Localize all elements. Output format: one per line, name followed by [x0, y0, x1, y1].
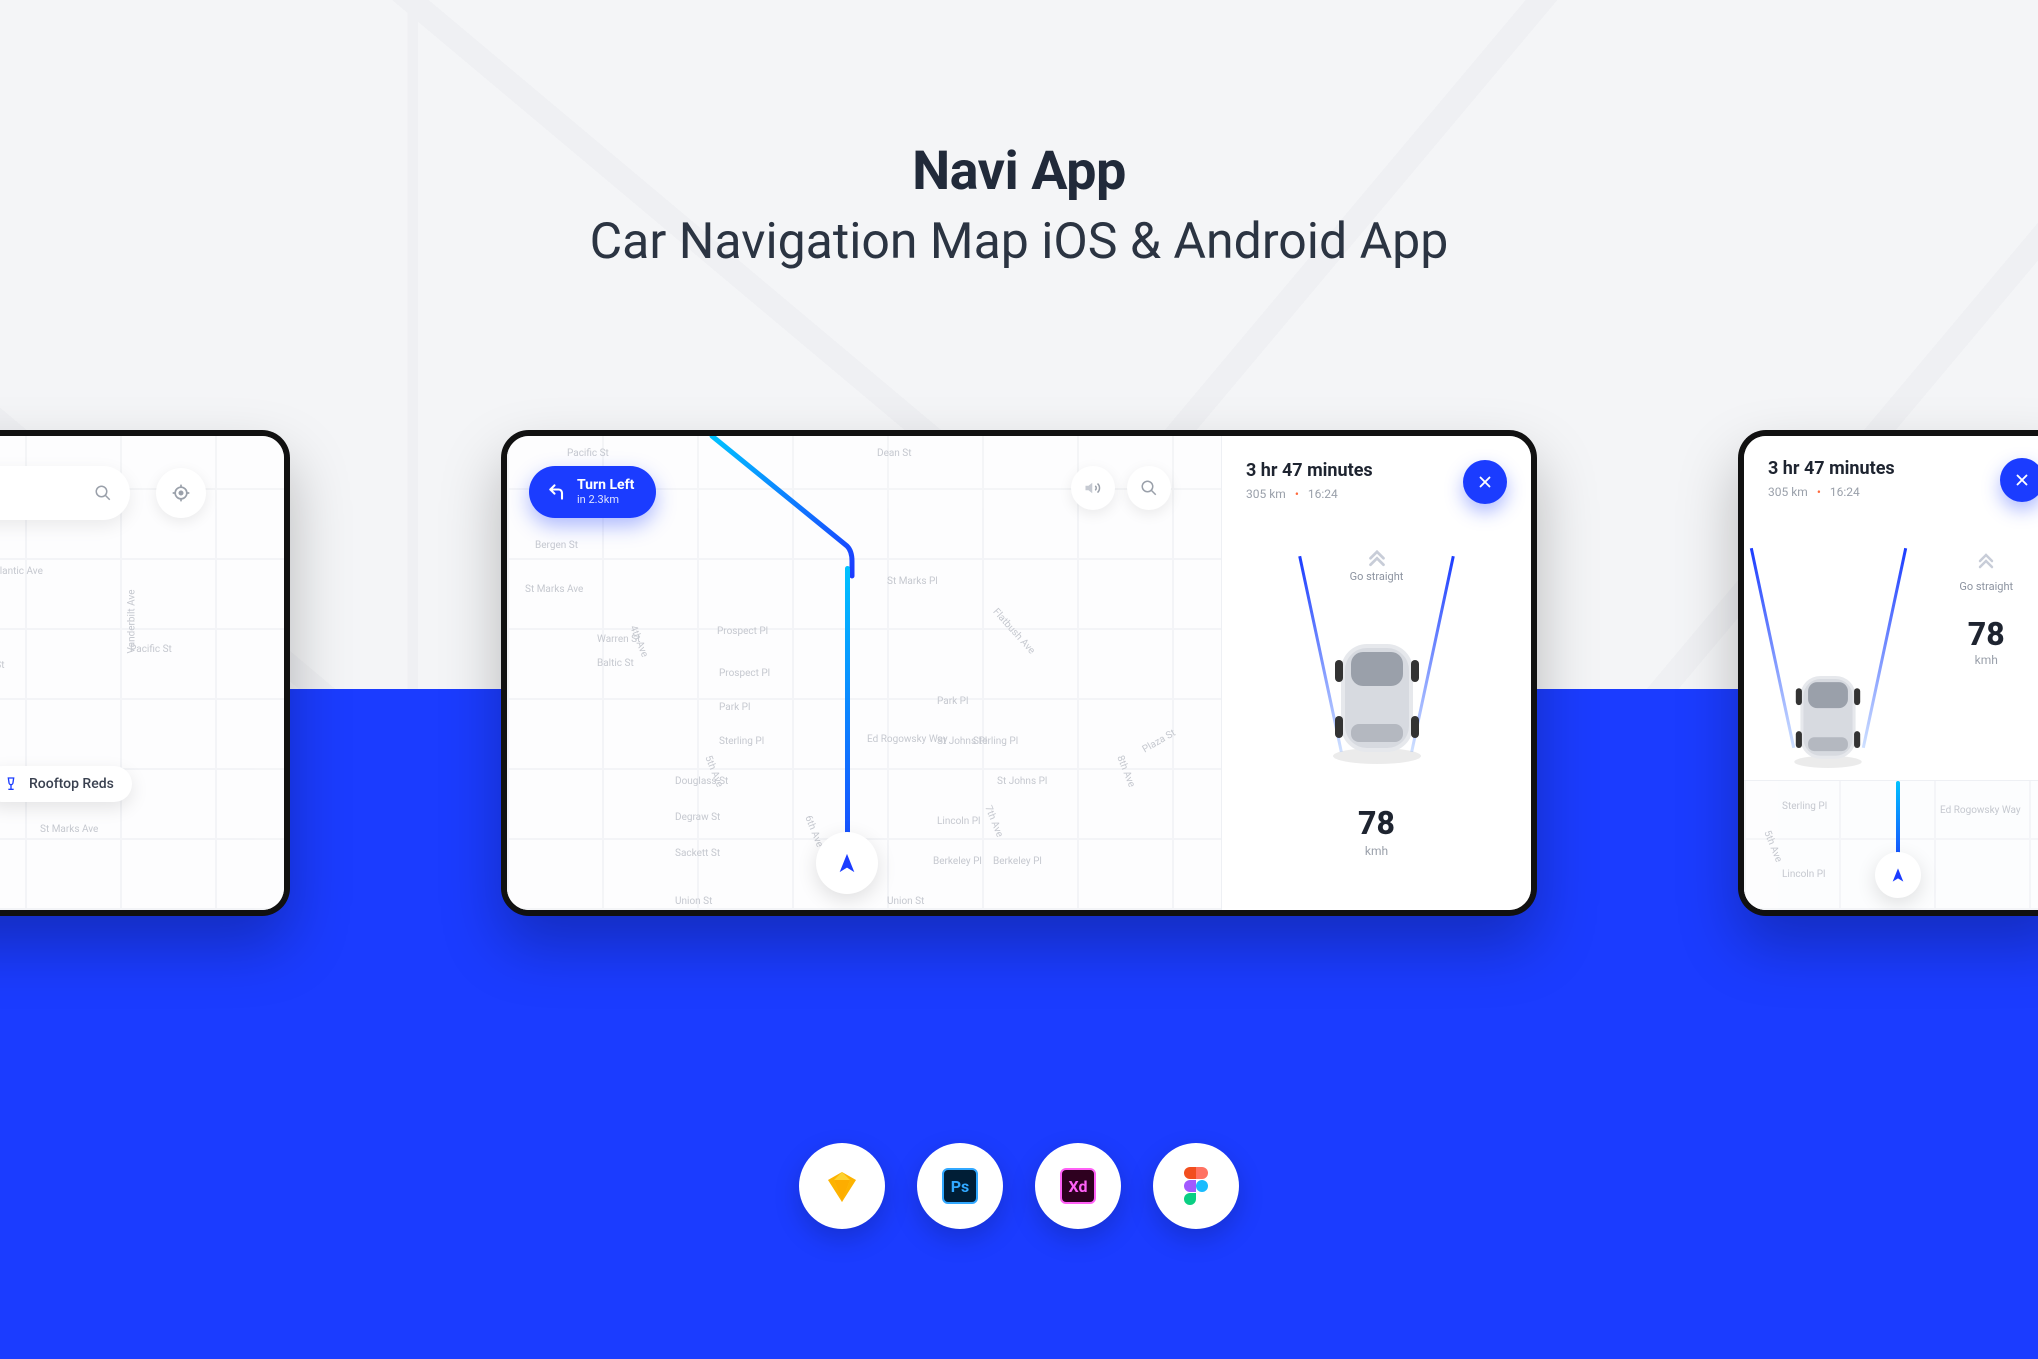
poi-label: Rooftop Reds — [29, 776, 114, 792]
wine-icon — [3, 776, 19, 792]
street-label: Ed Rogowsky Way — [1940, 805, 2021, 816]
tool-figma[interactable] — [1153, 1143, 1239, 1229]
poi-chip-rooftop[interactable]: Rooftop Reds — [0, 766, 132, 802]
tool-photoshop[interactable]: Ps — [917, 1143, 1003, 1229]
street-label: Union St — [887, 896, 924, 907]
close-button[interactable] — [1463, 460, 1507, 504]
street-label: St Johns Pl — [997, 776, 1047, 787]
tool-xd[interactable]: Xd — [1035, 1143, 1121, 1229]
tablet-right: 3 hr 47 minutes 305 km • 16:24 — [1738, 430, 2038, 916]
sound-button[interactable] — [1071, 466, 1115, 510]
street-label: Park Pl — [719, 702, 750, 713]
locate-button[interactable] — [156, 468, 206, 518]
route-path — [712, 436, 912, 576]
street-label: St Marks Pl — [887, 576, 938, 587]
close-icon — [1476, 473, 1494, 491]
nav-cursor — [1875, 852, 1921, 898]
speed-value: 78 — [1918, 615, 2038, 653]
speed-unit: kmh — [1918, 653, 2038, 667]
go-straight-label: Go straight — [1246, 570, 1507, 583]
speaker-icon — [1084, 479, 1102, 497]
street-label: St Marks Ave — [40, 824, 98, 835]
street-label: Lincoln Pl — [1782, 869, 1825, 880]
street-label: Sterling Pl — [973, 736, 1018, 747]
turn-distance: in 2.3km — [577, 493, 634, 506]
car-illustration — [1782, 654, 1874, 770]
street-label: Union St — [675, 896, 712, 907]
turn-left-icon — [547, 482, 567, 502]
tablet-left: Atlantic Ave Dean St Bergen St St Marks … — [0, 430, 290, 916]
eta-title: 3 hr 47 minutes — [1246, 460, 1373, 481]
street-label: Bergen St — [535, 540, 578, 551]
page-subtitle: Car Navigation Map iOS & Android App — [0, 213, 2038, 271]
street-label: Ed Rogowsky Way — [867, 734, 948, 745]
title-block: Navi App Car Navigation Map iOS & Androi… — [0, 140, 2038, 271]
map-area[interactable]: Pacific St Dean St Bergen St St Marks Av… — [507, 436, 1223, 910]
turn-label: Turn Left — [577, 478, 634, 493]
street-label: Dean St — [0, 660, 5, 671]
search-input[interactable] — [0, 466, 130, 520]
figma-icon — [1182, 1166, 1210, 1206]
car-illustration — [1317, 616, 1437, 766]
eta-subtext: 305 km • 16:24 — [1768, 485, 1895, 499]
lane-view — [1744, 526, 1912, 780]
street-label: Berkeley Pl — [933, 856, 982, 867]
nav-arrow-icon — [836, 852, 858, 874]
street-label: Berkeley Pl — [993, 856, 1042, 867]
street-label: Lincoln Pl — [937, 816, 980, 827]
tool-sketch[interactable] — [799, 1143, 885, 1229]
close-icon — [2013, 471, 2031, 489]
search-button[interactable] — [1127, 466, 1171, 510]
chevron-up-icon — [1918, 546, 2038, 574]
map-area[interactable]: Sterling Pl 5th Ave Lincoln Pl Ed Rogows… — [1744, 780, 2038, 910]
xd-icon: Xd — [1060, 1168, 1096, 1204]
street-label: Sterling Pl — [1782, 801, 1827, 812]
turn-instruction-pill[interactable]: Turn Left in 2.3km — [529, 466, 656, 518]
search-icon — [1140, 479, 1158, 497]
search-icon — [94, 484, 112, 502]
side-panel: 3 hr 47 minutes 305 km • 16:24 Go straig… — [1221, 436, 1531, 910]
street-label: Sackett St — [675, 848, 720, 859]
page-title: Navi App — [0, 140, 2038, 203]
locate-icon — [171, 483, 191, 503]
lane-view: Go straight — [1246, 534, 1507, 784]
street-label: Prospect Pl — [717, 626, 768, 637]
street-label: Sterling Pl — [719, 736, 764, 747]
go-straight-label: Go straight — [1918, 580, 2038, 593]
chevron-up-icon — [1364, 542, 1390, 572]
nav-arrow-icon — [1890, 867, 1906, 883]
nav-cursor — [816, 832, 878, 894]
street-label: Pacific St — [567, 448, 609, 459]
street-label: Pacific St — [130, 644, 172, 655]
street-label: Baltic St — [597, 658, 634, 669]
street-label: Prospect Pl — [719, 668, 770, 679]
eta-title: 3 hr 47 minutes — [1768, 458, 1895, 479]
street-label: Degraw St — [675, 812, 720, 823]
close-button[interactable] — [2000, 458, 2038, 502]
eta-subtext: 305 km • 16:24 — [1246, 487, 1373, 501]
photoshop-icon: Ps — [942, 1168, 978, 1204]
street-label: St Marks Ave — [525, 584, 583, 595]
street-label: Park Pl — [937, 696, 968, 707]
speed-block: 78 kmh — [1246, 804, 1507, 858]
sketch-icon — [824, 1168, 860, 1204]
street-label: Atlantic Ave — [0, 566, 43, 577]
tools-row: Ps Xd — [799, 1143, 1239, 1229]
speed-unit: kmh — [1246, 844, 1507, 858]
speed-value: 78 — [1246, 804, 1507, 842]
tablet-center: Pacific St Dean St Bergen St St Marks Av… — [501, 430, 1537, 916]
